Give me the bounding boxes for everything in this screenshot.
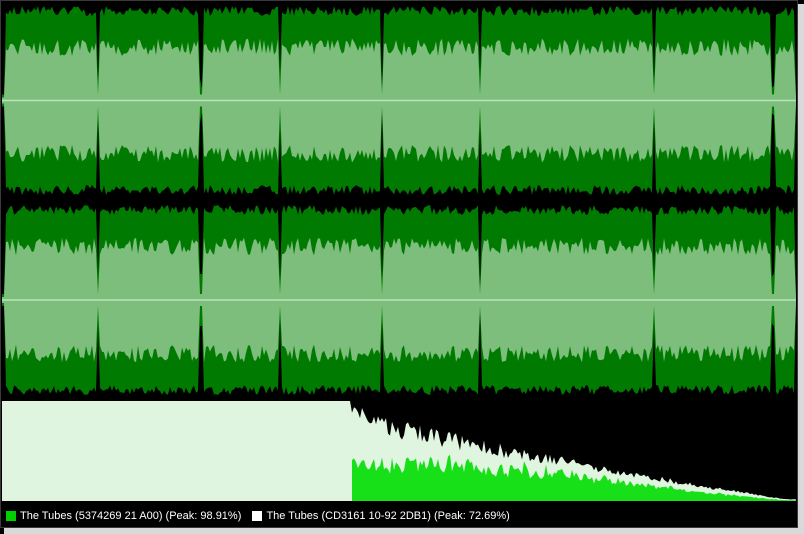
window-shadow-bottom <box>4 528 804 534</box>
legend-item-source-1: The Tubes (5374269 21 A00) (Peak: 98.91%… <box>6 505 241 527</box>
waveform-compare-window: The Tubes (5374269 21 A00) (Peak: 98.91%… <box>0 0 798 528</box>
waveform-channel-left[interactable] <box>2 2 796 199</box>
spectrum-canvas <box>2 401 796 501</box>
legend-swatch-white <box>252 511 263 521</box>
legend-label-source-2: The Tubes (CD3161 10-92 2DB1) (Peak: 72.… <box>266 510 510 522</box>
legend-label-source-1: The Tubes (5374269 21 A00) (Peak: 98.91%… <box>20 510 242 522</box>
waveform-left-canvas <box>2 6 796 195</box>
waveform-right-canvas <box>2 205 796 395</box>
legend-item-source-2: The Tubes (CD3161 10-92 2DB1) (Peak: 72.… <box>252 505 510 527</box>
spectrum-view[interactable] <box>2 400 796 501</box>
legend-swatch-green <box>6 511 16 521</box>
waveform-channel-right[interactable] <box>2 201 796 399</box>
legend-bar: The Tubes (5374269 21 A00) (Peak: 98.91%… <box>2 505 796 527</box>
window-shadow-right <box>798 4 804 534</box>
